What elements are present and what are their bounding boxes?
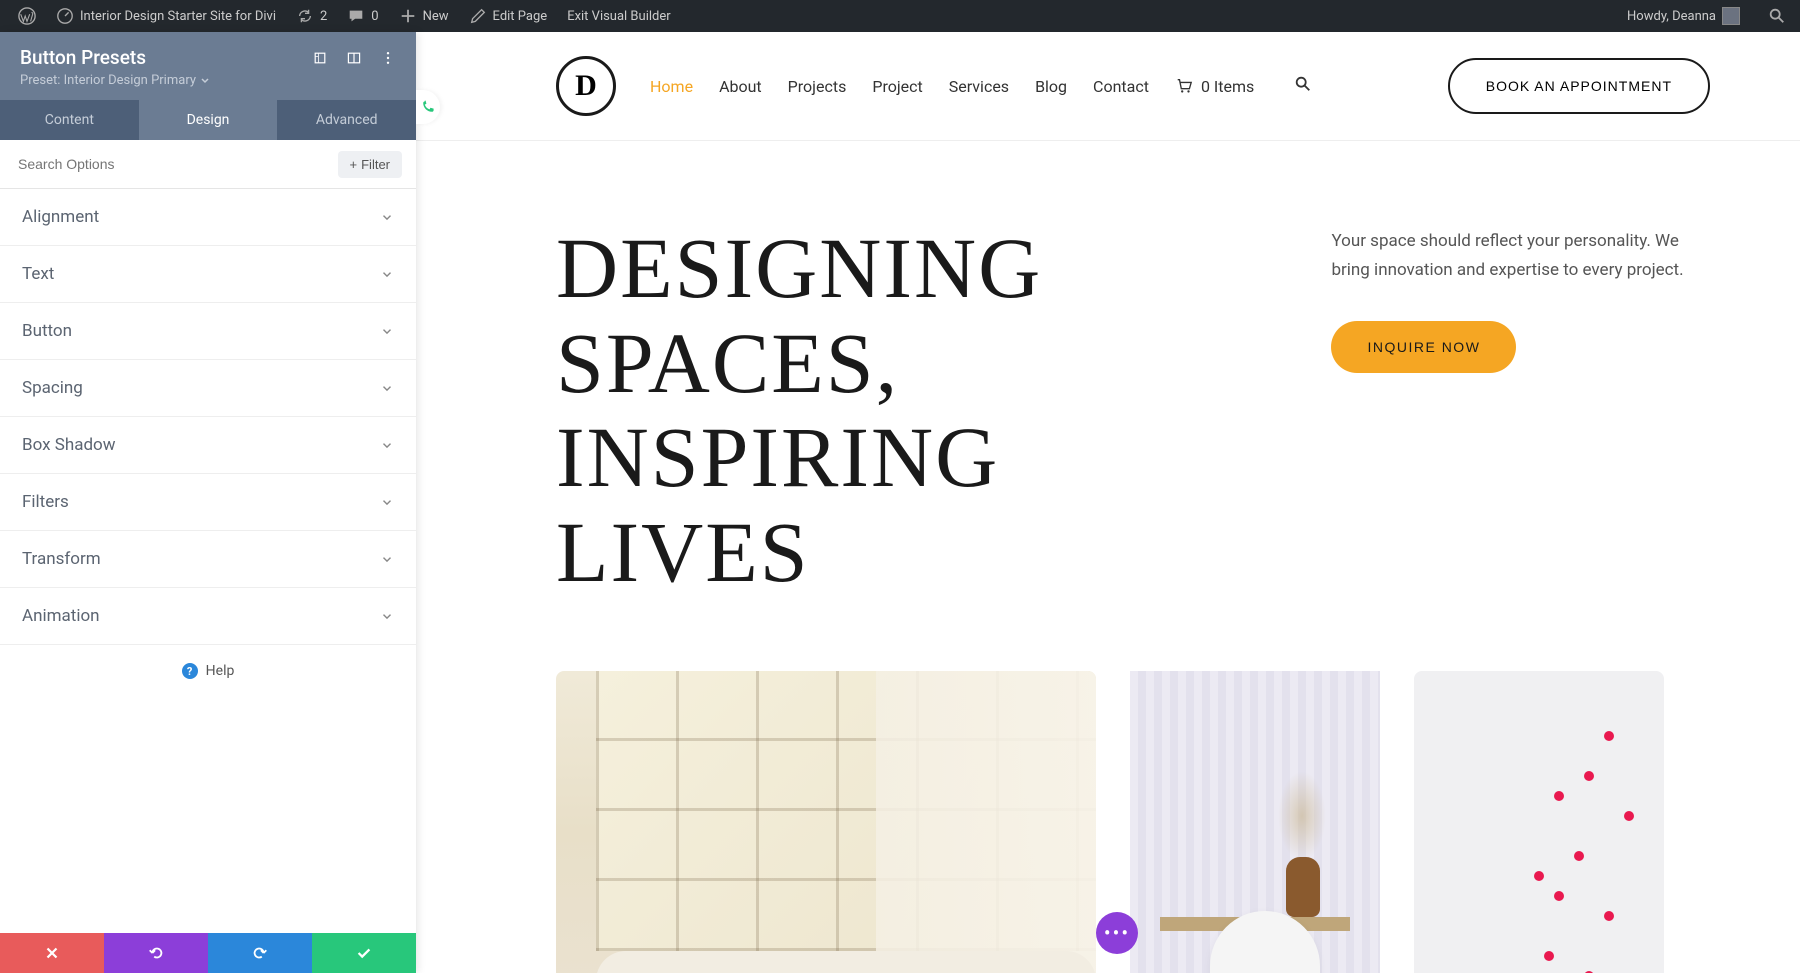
- chevron-down-icon: [380, 210, 394, 224]
- account-link[interactable]: Howdy, Deanna: [1617, 0, 1750, 32]
- chevron-down-icon: [380, 438, 394, 452]
- option-text[interactable]: Text: [0, 246, 416, 303]
- hero-side-column: Your space should reflect your personali…: [1331, 221, 1710, 599]
- option-box-shadow[interactable]: Box Shadow: [0, 417, 416, 474]
- chevron-down-icon: [380, 495, 394, 509]
- expand-icon[interactable]: [312, 50, 328, 66]
- gallery-image-2: [1130, 671, 1380, 973]
- greeting-text: Howdy, Deanna: [1627, 9, 1716, 24]
- new-label: New: [423, 9, 449, 24]
- plus-small-icon: +: [350, 157, 358, 172]
- caret-down-icon: [200, 76, 210, 86]
- pencil-icon: [469, 7, 487, 25]
- chevron-down-icon: [380, 381, 394, 395]
- undo-button[interactable]: [104, 933, 208, 973]
- site-header: D Home About Projects Project Services B…: [416, 32, 1800, 141]
- panel-header: Button Presets Preset: Interior Design P…: [0, 32, 416, 100]
- primary-nav: Home About Projects Project Services Blo…: [650, 75, 1312, 97]
- chevron-down-icon: [380, 324, 394, 338]
- dots-icon: •••: [1104, 921, 1130, 945]
- search-input[interactable]: [14, 150, 338, 178]
- nav-projects[interactable]: Projects: [788, 77, 847, 96]
- option-spacing[interactable]: Spacing: [0, 360, 416, 417]
- filter-button[interactable]: + Filter: [338, 151, 402, 178]
- admin-search-button[interactable]: [1762, 0, 1792, 32]
- search-icon: [1294, 75, 1312, 93]
- columns-icon[interactable]: [346, 50, 362, 66]
- preset-label: Preset: Interior Design Primary: [20, 73, 196, 88]
- redo-button[interactable]: [208, 933, 312, 973]
- tab-design[interactable]: Design: [139, 100, 278, 140]
- nav-project[interactable]: Project: [872, 77, 922, 96]
- help-icon: ?: [182, 663, 198, 679]
- nav-cart[interactable]: 0 Items: [1175, 77, 1254, 96]
- dashboard-icon: [56, 7, 74, 25]
- site-name-text: Interior Design Starter Site for Divi: [80, 9, 276, 24]
- tab-advanced[interactable]: Advanced: [277, 100, 416, 140]
- book-appointment-button[interactable]: BOOK AN APPOINTMENT: [1448, 58, 1710, 114]
- site-search-button[interactable]: [1294, 75, 1312, 97]
- cart-icon: [1175, 77, 1193, 95]
- exit-builder-label: Exit Visual Builder: [567, 9, 670, 24]
- gallery-image-1: [556, 671, 1096, 973]
- site-name-link[interactable]: Interior Design Starter Site for Divi: [46, 0, 286, 32]
- nav-contact[interactable]: Contact: [1093, 77, 1149, 96]
- more-icon[interactable]: [380, 50, 396, 66]
- hero-subtext: Your space should reflect your personali…: [1331, 227, 1710, 285]
- site-logo[interactable]: D: [556, 56, 616, 116]
- gallery-image-3: [1414, 671, 1664, 973]
- exit-builder-link[interactable]: Exit Visual Builder: [557, 0, 680, 32]
- help-link[interactable]: ? Help: [0, 645, 416, 697]
- cart-label: 0 Items: [1201, 77, 1254, 96]
- wp-logo[interactable]: [8, 0, 46, 32]
- panel-footer-actions: [0, 933, 416, 973]
- option-animation[interactable]: Animation: [0, 588, 416, 645]
- nav-services[interactable]: Services: [949, 77, 1009, 96]
- option-button[interactable]: Button: [0, 303, 416, 360]
- option-filters[interactable]: Filters: [0, 474, 416, 531]
- refresh-icon: [296, 7, 314, 25]
- nav-about[interactable]: About: [719, 77, 762, 96]
- panel-title-text: Button Presets: [20, 46, 146, 69]
- hero-section: DESIGNING SPACES, INSPIRING LIVES Your s…: [416, 141, 1800, 599]
- comment-icon: [347, 7, 365, 25]
- updates-count: 2: [320, 9, 327, 24]
- hero-heading: DESIGNING SPACES, INSPIRING LIVES: [556, 221, 1271, 599]
- inquire-button[interactable]: INQUIRE NOW: [1331, 321, 1516, 373]
- panel-tabs: Content Design Advanced: [0, 100, 416, 140]
- avatar-icon: [1722, 7, 1740, 25]
- preset-dropdown[interactable]: Preset: Interior Design Primary: [20, 73, 396, 88]
- cancel-button[interactable]: [0, 933, 104, 973]
- option-transform[interactable]: Transform: [0, 531, 416, 588]
- edit-page-label: Edit Page: [493, 9, 548, 24]
- updates-link[interactable]: 2: [286, 0, 337, 32]
- search-icon: [1768, 7, 1786, 25]
- tab-content[interactable]: Content: [0, 100, 139, 140]
- chevron-down-icon: [380, 552, 394, 566]
- phone-icon: [420, 99, 436, 115]
- wordpress-icon: [18, 7, 36, 25]
- page-preview: D Home About Projects Project Services B…: [416, 32, 1800, 973]
- option-alignment[interactable]: Alignment: [0, 189, 416, 246]
- wp-admin-bar: Interior Design Starter Site for Divi 2 …: [0, 0, 1800, 32]
- panel-search-row: + Filter: [0, 140, 416, 189]
- nav-home[interactable]: Home: [650, 77, 693, 96]
- plus-icon: [399, 7, 417, 25]
- help-label: Help: [206, 663, 235, 679]
- comments-link[interactable]: 0: [337, 0, 388, 32]
- edit-page-link[interactable]: Edit Page: [459, 0, 558, 32]
- chevron-down-icon: [380, 609, 394, 623]
- settings-panel: Button Presets Preset: Interior Design P…: [0, 32, 416, 973]
- new-link[interactable]: New: [389, 0, 459, 32]
- nav-blog[interactable]: Blog: [1035, 77, 1067, 96]
- save-button[interactable]: [312, 933, 416, 973]
- builder-fab-button[interactable]: •••: [1096, 912, 1138, 954]
- filter-label: Filter: [361, 157, 390, 172]
- comments-count: 0: [371, 9, 378, 24]
- chevron-down-icon: [380, 267, 394, 281]
